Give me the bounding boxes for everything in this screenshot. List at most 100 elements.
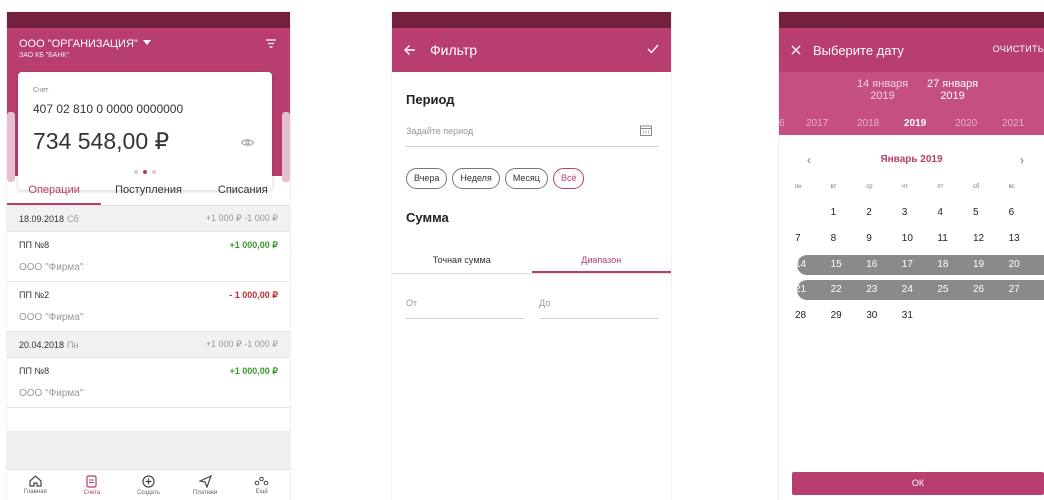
close-icon[interactable] (791, 45, 801, 55)
status-bar (7, 12, 290, 28)
day-cell[interactable]: 7 (795, 233, 831, 244)
operation-amount: +1 000,00 ₽ (229, 366, 278, 376)
day-cell-selected[interactable]: 22 (831, 284, 867, 295)
nav-accounts[interactable]: Счета (64, 470, 121, 500)
day-cell-selected[interactable]: 20 (1009, 259, 1044, 270)
day-cell-selected[interactable]: 26 (973, 284, 1009, 295)
day-cell[interactable]: 28 (795, 310, 831, 321)
day-cell[interactable]: 11 (937, 233, 973, 244)
day-cell-selected[interactable]: 27 (1009, 284, 1044, 295)
filter-title: Фильтр (430, 42, 478, 58)
nav-home[interactable]: Главная (7, 470, 64, 500)
day-cell[interactable]: 29 (831, 310, 867, 321)
nav-create[interactable]: Создать (120, 470, 177, 500)
pager-dot-active[interactable] (143, 170, 147, 174)
range-start[interactable]: 14 января 2019 (857, 78, 908, 102)
ok-button[interactable]: ОК (792, 472, 1044, 495)
chip-week[interactable]: Неделя (452, 168, 500, 189)
day-cell[interactable]: 30 (866, 310, 902, 321)
day-cell-selected[interactable]: 15 (831, 259, 867, 270)
pager-dot[interactable] (152, 170, 156, 174)
nav-payments[interactable]: Платежи (177, 470, 234, 500)
org-dropdown-icon[interactable] (143, 40, 151, 45)
day-cell[interactable]: 13 (1009, 233, 1044, 244)
day-cell-selected[interactable]: 23 (866, 284, 902, 295)
next-card-peek[interactable] (282, 112, 290, 182)
day-cell-selected[interactable]: 19 (973, 259, 1009, 270)
tab-operations[interactable]: Операции (7, 176, 102, 205)
range-end[interactable]: 27 января 2019 (927, 78, 978, 102)
organization-name[interactable]: ООО "ОРГАНИЗАЦИЯ" (19, 38, 138, 50)
day-cell[interactable]: 3 (902, 207, 938, 218)
day-cell-selected[interactable]: 16 (866, 259, 902, 270)
day-cell-selected[interactable]: 24 (902, 284, 938, 295)
year-item[interactable]: 6 (779, 118, 785, 129)
tab-income[interactable]: Поступления (101, 176, 195, 205)
calendar-week-selected: 21 22 23 24 25 26 27 (795, 284, 1044, 295)
day-cell-selected[interactable]: 14 (795, 259, 831, 270)
filter-icon[interactable] (266, 39, 276, 48)
tab-expenses[interactable]: Списания (196, 176, 290, 205)
tab-range[interactable]: Диапазон (531, 248, 671, 273)
account-label: Счет (33, 87, 49, 94)
back-arrow-icon[interactable] (404, 44, 416, 56)
day-cell[interactable] (937, 310, 973, 321)
check-icon[interactable] (647, 44, 659, 54)
day-cell-selected[interactable]: 18 (937, 259, 973, 270)
day-cell[interactable]: 2 (866, 207, 902, 218)
amount-to-input[interactable]: До (539, 298, 550, 308)
day-cell[interactable]: 9 (866, 233, 902, 244)
calendar-icon[interactable] (640, 125, 652, 136)
period-heading: Период (406, 92, 455, 107)
range-start-day: 14 января (857, 78, 909, 90)
account-number: 407 02 810 0 0000 0000000 (33, 102, 184, 116)
year-item[interactable]: 2021 (1002, 118, 1024, 129)
day-cell-selected[interactable]: 21 (795, 284, 831, 295)
clear-button[interactable]: ОЧИСТИТЬ (993, 44, 1044, 54)
prev-card-peek[interactable] (7, 112, 15, 182)
account-card[interactable]: Счет 407 02 810 0 0000 0000000 734 548,0… (18, 72, 272, 190)
day-cell[interactable]: 4 (937, 207, 973, 218)
group-date: 18.09.2018 (19, 213, 65, 224)
day-cell[interactable]: 1 (831, 207, 867, 218)
year-item[interactable]: 2017 (806, 118, 828, 129)
day-cell-selected[interactable]: 17 (902, 259, 938, 270)
day-cell[interactable]: 31 (902, 310, 938, 321)
operation-row[interactable]: ПП №2 - 1 000,00 ₽ ООО "Фирма" (7, 282, 290, 332)
day-cell[interactable]: 12 (973, 233, 1009, 244)
period-input[interactable]: Задайте период (406, 126, 473, 136)
chevron-right-icon[interactable]: › (1020, 153, 1024, 167)
operation-row[interactable]: ПП №8 +1 000,00 ₽ ООО "Фирма" (7, 232, 290, 282)
day-cell[interactable]: 5 (973, 207, 1009, 218)
accounts-screen: ООО "ОРГАНИЗАЦИЯ" ЗАО КБ "БАНК" Счет 407… (7, 12, 290, 500)
amount-from-input[interactable]: От (406, 298, 417, 308)
operation-row[interactable]: ПП №8 +1 000,00 ₽ ООО "Фирма" (7, 358, 290, 408)
weekday-label: чт (901, 184, 908, 190)
pager-dot[interactable] (134, 170, 138, 174)
day-cell[interactable] (1009, 310, 1044, 321)
chip-month[interactable]: Месяц (504, 168, 548, 189)
tab-exact-amount[interactable]: Точная сумма (392, 248, 532, 273)
range-start-year: 2019 (870, 90, 895, 102)
day-cell[interactable]: 6 (1009, 207, 1044, 218)
day-cell[interactable]: 8 (831, 233, 867, 244)
year-item-current[interactable]: 2019 (904, 118, 926, 129)
date-picker-screen: Выберите дату ОЧИСТИТЬ 14 января 2019 27… (779, 12, 1044, 500)
operations-tabs: Операции Поступления Списания (7, 176, 290, 206)
day-cell[interactable] (973, 310, 1009, 321)
amount-heading: Сумма (406, 210, 449, 225)
day-cell[interactable] (795, 207, 831, 218)
chip-yesterday[interactable]: Вчера (406, 168, 448, 189)
nav-more[interactable]: Ещё (233, 470, 290, 500)
year-item[interactable]: 2020 (955, 118, 977, 129)
bottom-navigation: Главная Счета Создать Платежи Ещё (7, 469, 290, 500)
day-cell-selected[interactable]: 25 (937, 284, 973, 295)
year-item[interactable]: 2018 (857, 118, 879, 129)
bank-name: ЗАО КБ "БАНК" (19, 52, 69, 59)
chip-all[interactable]: Всё (552, 168, 585, 189)
day-cell[interactable]: 10 (902, 233, 938, 244)
more-icon (254, 475, 269, 487)
eye-icon[interactable] (241, 138, 254, 147)
operation-amount: - 1 000,00 ₽ (229, 290, 278, 300)
account-balance: 734 548,00 ₽ (33, 128, 170, 154)
